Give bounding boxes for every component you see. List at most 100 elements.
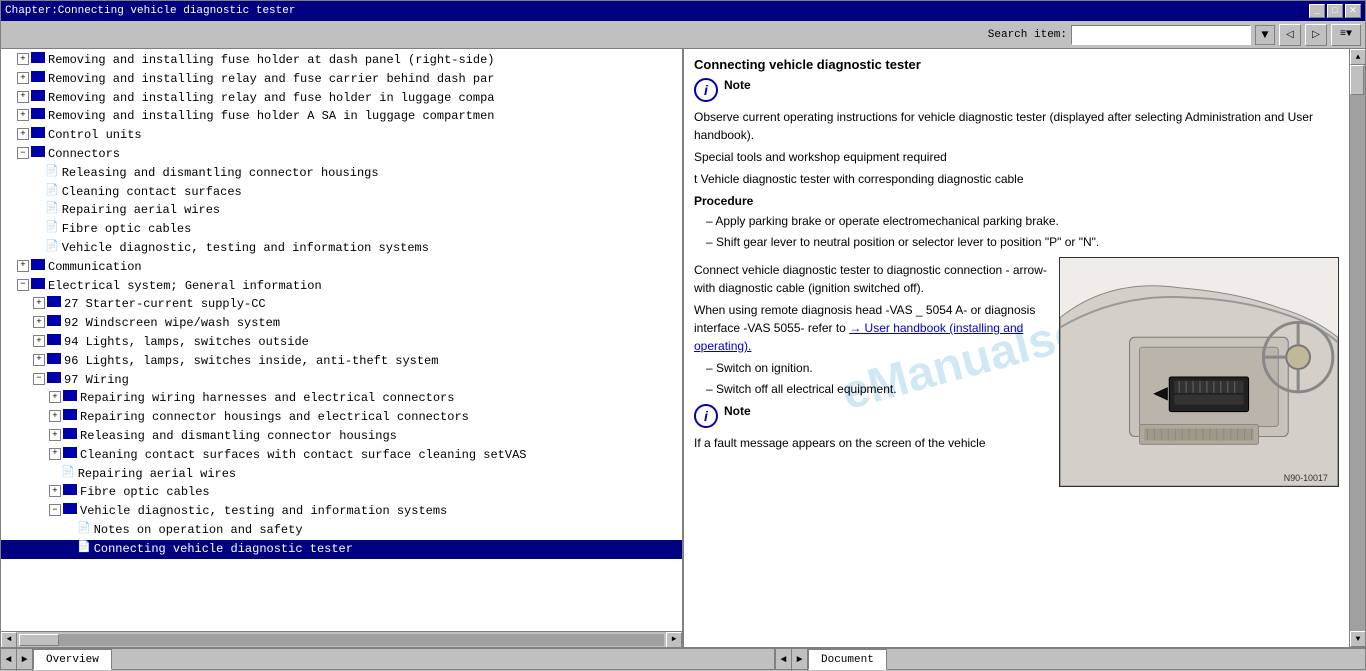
expand-icon[interactable]: −: [17, 279, 29, 291]
book-icon: [47, 296, 61, 307]
scroll-thumb[interactable]: [19, 634, 59, 646]
tree-item[interactable]: 📄 Cleaning contact surfaces: [1, 183, 682, 202]
note-content-2: Note: [724, 404, 751, 418]
tree-item[interactable]: + Removing and installing relay and fuse…: [1, 89, 682, 108]
tree-item-active[interactable]: 📄 Connecting vehicle diagnostic tester: [1, 540, 682, 559]
tree-item[interactable]: + Removing and installing relay and fuse…: [1, 70, 682, 89]
tree-item[interactable]: 📄 Notes on operation and safety: [1, 521, 682, 540]
tree-item-label: 94 Lights, lamps, switches outside: [64, 334, 309, 351]
tab-left-arrow[interactable]: ◄: [1, 649, 17, 671]
bottom-area: ◄ ► Overview ◄ ► Document: [1, 647, 1365, 669]
expand-icon[interactable]: +: [17, 72, 29, 84]
book-icon: [47, 372, 61, 383]
expand-icon[interactable]: +: [17, 53, 29, 65]
tree-item[interactable]: − Vehicle diagnostic, testing and inform…: [1, 502, 682, 521]
tree-item-label: 97 Wiring: [64, 372, 129, 389]
note-text-2: If a fault message appears on the screen…: [694, 434, 1049, 452]
search-label: Search item:: [988, 29, 1067, 41]
tree-item[interactable]: + 92 Windscreen wipe/wash system: [1, 314, 682, 333]
procedure-label: Procedure: [694, 194, 1339, 208]
tree-item[interactable]: + Removing and installing fuse holder A …: [1, 107, 682, 126]
scroll-up-button[interactable]: ▲: [1350, 49, 1365, 65]
expand-icon[interactable]: +: [49, 448, 61, 460]
tree-item[interactable]: + Cleaning contact surfaces with contact…: [1, 446, 682, 465]
tree-item[interactable]: + Releasing and dismantling connector ho…: [1, 427, 682, 446]
book-icon: [31, 278, 45, 289]
book-icon: [47, 315, 61, 326]
tree-item[interactable]: 📄 Releasing and dismantling connector ho…: [1, 164, 682, 183]
search-dropdown-button[interactable]: ▼: [1255, 25, 1275, 45]
tree-item[interactable]: + Communication: [1, 258, 682, 277]
expand-icon[interactable]: −: [17, 147, 29, 159]
expand-icon[interactable]: +: [33, 316, 45, 328]
book-icon: [47, 334, 61, 345]
right-scroll-track[interactable]: [1350, 65, 1365, 631]
tree-item[interactable]: + Fibre optic cables: [1, 483, 682, 502]
svg-text:N90-10017: N90-10017: [1284, 473, 1328, 483]
tree-item-label: Electrical system; General information: [48, 278, 322, 295]
tree-item[interactable]: + Removing and installing fuse holder at…: [1, 51, 682, 70]
tree-item[interactable]: 📄 Fibre optic cables: [1, 220, 682, 239]
tree-item[interactable]: + 94 Lights, lamps, switches outside: [1, 333, 682, 352]
right-scroll-thumb[interactable]: [1350, 65, 1364, 95]
close-button[interactable]: ✕: [1345, 4, 1361, 18]
maximize-button[interactable]: □: [1327, 4, 1343, 18]
note-icon-2: i: [694, 404, 718, 428]
tree-item[interactable]: − Electrical system; General information: [1, 277, 682, 296]
expand-icon[interactable]: +: [33, 297, 45, 309]
tree-item-label: Connectors: [48, 146, 120, 163]
scroll-right-button[interactable]: ►: [666, 632, 682, 648]
tree-item[interactable]: − Connectors: [1, 145, 682, 164]
expand-icon[interactable]: +: [49, 429, 61, 441]
search-next-button[interactable]: ▷: [1305, 24, 1327, 46]
tree-item-label: Cleaning contact surfaces: [62, 184, 242, 201]
right-tab-left-arrow[interactable]: ◄: [776, 649, 792, 671]
book-icon: [31, 90, 45, 101]
tab-overview[interactable]: Overview: [33, 649, 112, 670]
expand-icon[interactable]: +: [17, 260, 29, 272]
tree-item[interactable]: + Control units: [1, 126, 682, 145]
expand-icon[interactable]: +: [17, 109, 29, 121]
tab-document[interactable]: Document: [808, 649, 887, 670]
scroll-left-button[interactable]: ◄: [1, 632, 17, 648]
tree-item-label: Cleaning contact surfaces with contact s…: [80, 447, 526, 464]
expand-icon[interactable]: +: [49, 391, 61, 403]
tree-item-label: Vehicle diagnostic, testing and informat…: [80, 503, 447, 520]
note-text-1: Observe current operating instructions f…: [694, 108, 1339, 144]
right-tab-right-arrow[interactable]: ►: [792, 649, 808, 671]
tab-right-arrow[interactable]: ►: [17, 649, 33, 671]
expand-icon[interactable]: +: [33, 354, 45, 366]
tree-view: + Removing and installing fuse holder at…: [1, 49, 682, 631]
tree-item[interactable]: 📄 Repairing aerial wires: [1, 201, 682, 220]
menu-button[interactable]: ≡▼: [1331, 24, 1361, 46]
tree-item[interactable]: + 96 Lights, lamps, switches inside, ant…: [1, 352, 682, 371]
note-icon-1: i: [694, 78, 718, 102]
tree-item[interactable]: − 97 Wiring: [1, 371, 682, 390]
tree-item[interactable]: 📄 Vehicle diagnostic, testing and inform…: [1, 239, 682, 258]
minimize-button[interactable]: _: [1309, 4, 1325, 18]
scroll-track[interactable]: [19, 634, 664, 646]
search-prev-button[interactable]: ◁: [1279, 24, 1301, 46]
tree-item-label: Notes on operation and safety: [94, 522, 303, 539]
window-title: Chapter:Connecting vehicle diagnostic te…: [5, 5, 295, 17]
book-icon: [63, 503, 77, 514]
expand-icon[interactable]: +: [49, 410, 61, 422]
expand-icon[interactable]: +: [17, 128, 29, 140]
tree-item[interactable]: + Repairing wiring harnesses and electri…: [1, 389, 682, 408]
expand-icon[interactable]: −: [33, 373, 45, 385]
tree-item[interactable]: + Repairing connector housings and elect…: [1, 408, 682, 427]
expand-icon[interactable]: +: [17, 91, 29, 103]
scroll-down-button[interactable]: ▼: [1350, 631, 1365, 647]
tree-item-label: 92 Windscreen wipe/wash system: [64, 315, 280, 332]
expand-icon[interactable]: +: [33, 335, 45, 347]
book-icon: [63, 447, 77, 458]
search-input[interactable]: [1071, 25, 1251, 45]
expand-icon[interactable]: +: [49, 485, 61, 497]
book-icon: [63, 484, 77, 495]
tree-item[interactable]: 📄 Repairing aerial wires: [1, 465, 682, 484]
doc-icon: 📄: [45, 184, 59, 199]
expand-icon[interactable]: −: [49, 504, 61, 516]
tree-item[interactable]: + 27 Starter-current supply-CC: [1, 295, 682, 314]
note-box-1: i Note: [694, 78, 1339, 102]
toolbar: Search item: ▼ ◁ ▷ ≡▼: [1, 21, 1365, 49]
